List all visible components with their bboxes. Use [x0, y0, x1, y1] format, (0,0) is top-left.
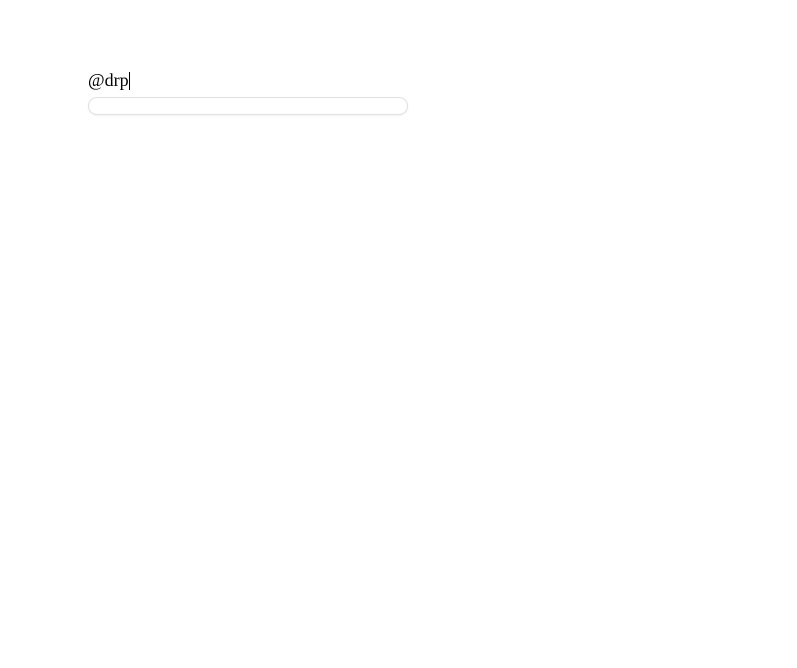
form-container: @drp	[88, 70, 408, 115]
field-label: @drp	[88, 70, 408, 91]
text-input[interactable]	[88, 97, 408, 115]
input-wrapper	[88, 97, 408, 115]
text-cursor	[129, 72, 130, 90]
label-text: @drp	[88, 70, 129, 91]
